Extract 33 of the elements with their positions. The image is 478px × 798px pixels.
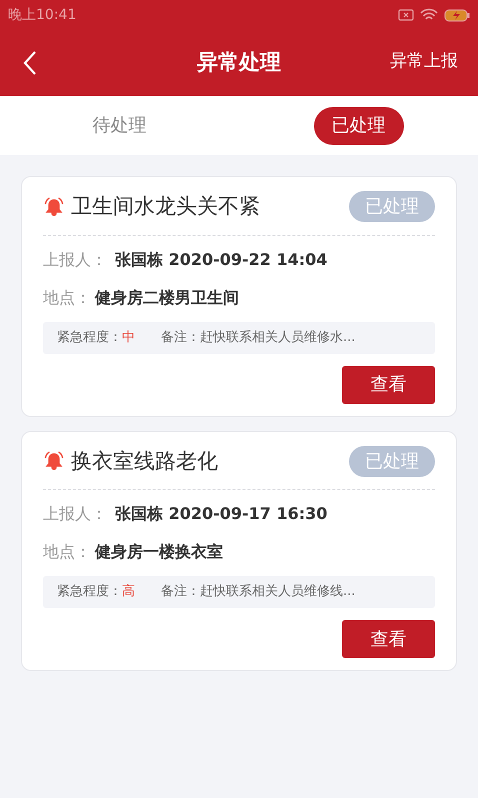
urgency-label: 紧急程度： [57,328,122,347]
battery-icon [444,8,470,22]
note-label: 备注： [161,583,200,602]
urgency-value: 中 [122,328,135,347]
urgency-label: 紧急程度： [57,583,122,602]
status-time: 晚上10:41 [8,6,76,24]
reporter-value: 张国栋 2020-09-17 16:30 [115,503,328,525]
card-title: 换衣室线路老化 [71,448,218,474]
location-value: 健身房一楼换衣室 [95,541,223,563]
location-label: 地点： [43,286,91,308]
reporter-label: 上报人： [43,248,107,270]
sim-icon [398,9,414,21]
location-label: 地点： [43,541,91,563]
card-title: 卫生间水龙头关不紧 [71,193,260,220]
status-badge: 已处理 [349,191,435,222]
view-button[interactable]: 查看 [342,366,435,404]
note-label: 备注： [161,328,200,347]
note-value: 赶快联系相关人员维修水... [200,328,356,347]
bell-icon [43,196,65,217]
reporter-label: 上报人： [43,503,107,525]
status-badge: 已处理 [349,446,435,477]
report-button[interactable]: 异常上报 [390,49,458,74]
tab[interactable]: 已处理 [314,106,404,144]
bell-icon [43,451,65,472]
urgency-value: 高 [122,583,135,602]
reporter-value: 张国栋 2020-09-22 14:04 [115,248,328,270]
page-title: 异常处理 [197,49,281,76]
location-value: 健身房二楼男卫生间 [95,286,239,308]
note-value: 赶快联系相关人员维修线... [200,583,356,602]
back-icon [23,50,37,76]
tab[interactable]: 待处理 [74,106,164,144]
view-button[interactable]: 查看 [342,620,435,658]
wifi-icon [420,8,438,22]
